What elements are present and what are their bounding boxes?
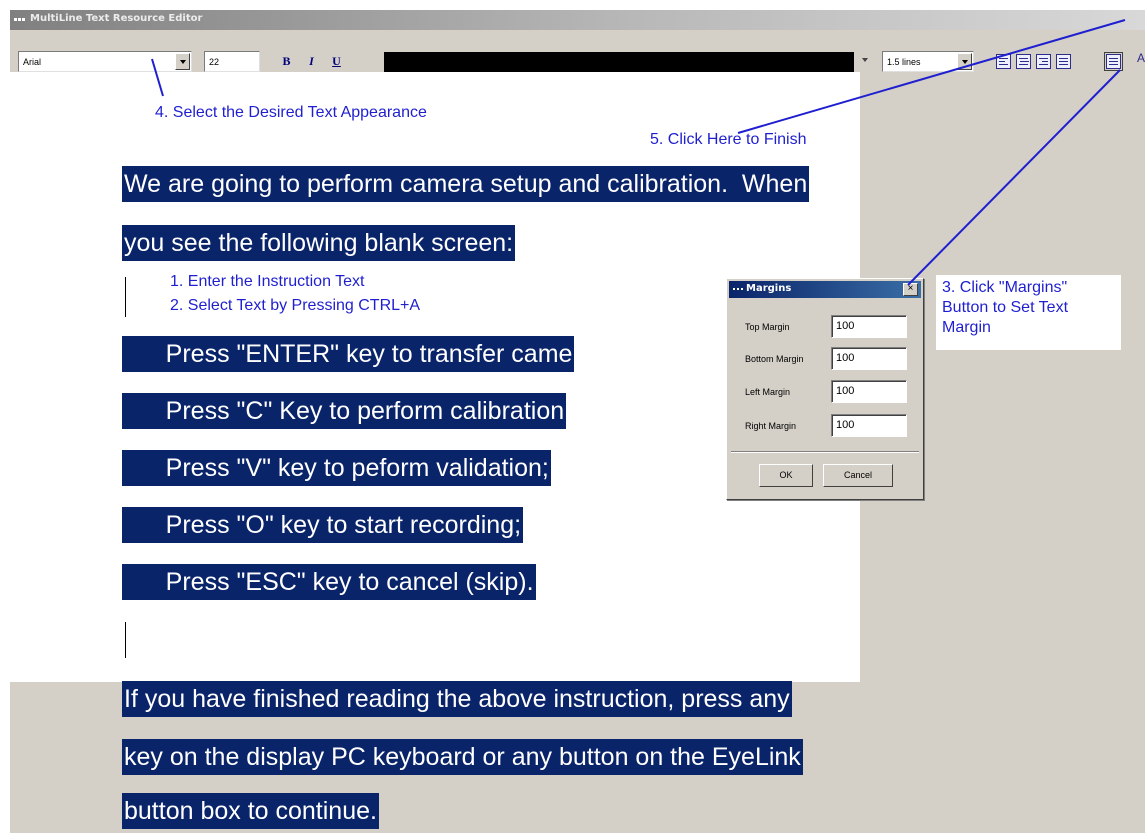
top-margin-label: Top Margin bbox=[745, 322, 790, 332]
margins-dialog: Margins × Top Margin 100 Bottom Margin 1… bbox=[726, 278, 924, 500]
align-center-icon[interactable] bbox=[1016, 54, 1031, 69]
app-icon bbox=[733, 286, 743, 293]
italic-button[interactable]: I bbox=[303, 53, 320, 70]
annotation-step-1: 1. Enter the Instruction Text bbox=[170, 273, 365, 290]
left-margin-field[interactable]: 100 bbox=[831, 380, 907, 403]
annotation-step-5: 5. Click Here to Finish bbox=[650, 131, 807, 148]
align-right-icon[interactable] bbox=[1036, 54, 1051, 69]
window-title: MultiLine Text Resource Editor bbox=[30, 13, 203, 24]
dialog-title: Margins bbox=[746, 283, 792, 294]
text-line[interactable]: Press "ENTER" key to transfer came bbox=[122, 336, 575, 372]
underline-button[interactable]: U bbox=[328, 53, 345, 70]
text-line[interactable]: button box to continue. bbox=[122, 793, 379, 829]
close-icon[interactable]: × bbox=[903, 283, 918, 296]
font-name-select[interactable]: Arial bbox=[18, 51, 192, 72]
bold-button[interactable]: B bbox=[278, 53, 295, 70]
text-color-picker[interactable] bbox=[384, 52, 854, 72]
dialog-separator bbox=[731, 451, 919, 453]
dialog-title-bar[interactable]: Margins × bbox=[729, 281, 921, 298]
cancel-button[interactable]: Cancel bbox=[823, 464, 893, 487]
text-line[interactable]: We are going to perform camera setup and… bbox=[122, 166, 810, 202]
annotation-step-3: 3. Click "Margins" Button to Set Text Ma… bbox=[936, 275, 1121, 350]
justify-icon[interactable] bbox=[1056, 54, 1071, 69]
title-bar[interactable]: MultiLine Text Resource Editor bbox=[10, 10, 1145, 30]
bottom-margin-field[interactable]: 100 bbox=[831, 347, 907, 370]
line-spacing-select[interactable]: 1.5 lines bbox=[882, 51, 974, 72]
text-caret bbox=[125, 277, 126, 317]
ok-button[interactable]: OK bbox=[759, 464, 813, 487]
left-margin-label: Left Margin bbox=[745, 387, 791, 397]
font-size-input[interactable]: 22 bbox=[204, 51, 260, 72]
text-line[interactable]: Press "ESC" key to cancel (skip). bbox=[122, 564, 536, 600]
text-line[interactable]: you see the following blank screen: bbox=[122, 225, 516, 261]
chevron-down-icon[interactable] bbox=[957, 53, 972, 70]
app-icon bbox=[14, 15, 26, 25]
annotation-step-3-text: 3. Click "Margins" Button to Set Text Ma… bbox=[942, 279, 1069, 336]
align-left-icon[interactable] bbox=[996, 54, 1011, 69]
right-margin-field[interactable]: 100 bbox=[831, 414, 907, 437]
bottom-margin-label: Bottom Margin bbox=[745, 354, 804, 364]
text-line[interactable]: Press "O" key to start recording; bbox=[122, 507, 524, 543]
line-spacing-value: 1.5 lines bbox=[887, 57, 921, 67]
font-name-value: Arial bbox=[23, 57, 42, 67]
chevron-down-icon[interactable] bbox=[175, 53, 190, 70]
top-margin-field[interactable]: 100 bbox=[831, 315, 907, 338]
chevron-down-icon[interactable] bbox=[862, 58, 868, 62]
margins-button[interactable] bbox=[1104, 52, 1123, 71]
annotation-step-2: 2. Select Text by Pressing CTRL+A bbox=[170, 297, 421, 314]
text-line[interactable]: key on the display PC keyboard or any bu… bbox=[122, 739, 803, 775]
font-size-value: 22 bbox=[209, 57, 220, 67]
annotation-step-4: 4. Select the Desired Text Appearance bbox=[155, 104, 427, 121]
text-line[interactable]: Press "V" key to peform validation; bbox=[122, 450, 551, 486]
toolbar: Arial 22 B I U 1.5 lines A bbox=[10, 30, 1145, 72]
text-caret bbox=[125, 622, 126, 658]
text-line[interactable]: Press "C" Key to perform calibration bbox=[122, 393, 567, 429]
right-margin-label: Right Margin bbox=[745, 421, 797, 431]
text-line[interactable]: If you have finished reading the above i… bbox=[122, 681, 792, 717]
font-color-icon[interactable]: A bbox=[1137, 51, 1145, 65]
